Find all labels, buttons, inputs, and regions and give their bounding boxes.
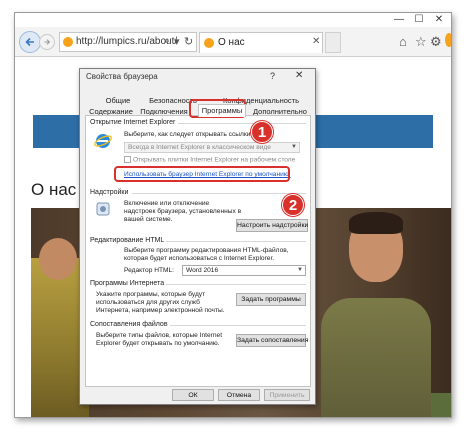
html-editor-select[interactable]: Word 2016 ▼ bbox=[182, 265, 306, 276]
navigation-bar: http://lumpics.ru/about/ ⌕ ▾ ↻ О нас ✕ ⌂… bbox=[15, 27, 451, 57]
tab-title: О нас bbox=[218, 37, 245, 48]
ok-button[interactable]: ОК bbox=[172, 389, 214, 401]
tab-favicon-icon bbox=[204, 38, 214, 48]
addons-gear-icon bbox=[96, 202, 110, 216]
dialog-close-button[interactable]: ✕ bbox=[295, 70, 303, 81]
set-associations-button[interactable]: Задать сопоставления bbox=[236, 334, 308, 347]
settings-gear-icon[interactable]: ⚙ bbox=[430, 34, 442, 50]
tiles-checkbox-label: Открывать плитки Internet Explorer на ра… bbox=[133, 156, 296, 164]
photo-person-right bbox=[321, 298, 431, 417]
group-divider bbox=[170, 325, 306, 326]
forward-arrow-icon bbox=[44, 39, 51, 45]
associations-group-label: Сопоставления файлов bbox=[90, 321, 168, 328]
manage-addons-button[interactable]: Настроить надстройки bbox=[236, 219, 308, 232]
dropdown-icon[interactable]: ▾ bbox=[174, 35, 180, 48]
minimize-button[interactable]: — bbox=[389, 14, 409, 26]
open-ie-select[interactable]: Всегда в Internet Explorer в классическо… bbox=[124, 142, 300, 153]
chevron-down-icon: ▼ bbox=[297, 267, 303, 273]
html-editor-label: Редактор HTML: bbox=[124, 267, 174, 274]
back-arrow-icon bbox=[25, 37, 34, 47]
programs-description: Укажите программы, которые будут использ… bbox=[96, 291, 225, 314]
smiley-feedback-icon[interactable] bbox=[445, 33, 451, 47]
programs-group-label: Программы Интернета bbox=[90, 280, 165, 287]
html-editor-value: Word 2016 bbox=[186, 267, 219, 274]
page-title: О нас bbox=[31, 180, 77, 199]
dialog-help-button[interactable]: ? bbox=[270, 71, 275, 81]
tab-close-icon[interactable]: ✕ bbox=[312, 36, 320, 47]
window-titlebar: — ☐ ✕ bbox=[15, 13, 451, 27]
open-ie-group-label: Открытие Internet Explorer bbox=[90, 119, 176, 126]
set-programs-button[interactable]: Задать программы bbox=[236, 293, 306, 306]
internet-options-dialog: Свойства браузера ? ✕ Общие Безопасность… bbox=[79, 68, 316, 405]
refresh-icon[interactable]: ↻ bbox=[184, 35, 193, 48]
step-marker-2: 2 bbox=[282, 194, 304, 216]
group-divider bbox=[166, 241, 306, 242]
open-ie-description: Выберите, как следует открывать ссылки. bbox=[124, 131, 253, 138]
html-group-label: Редактирование HTML bbox=[90, 237, 165, 244]
photo-person-right-hair bbox=[349, 212, 403, 234]
programs-tab-panel: Открытие Internet Explorer Выберите, как… bbox=[85, 115, 311, 387]
open-ie-select-value: Всегда в Internet Explorer в классическо… bbox=[128, 144, 271, 151]
photo-person-left-head bbox=[39, 238, 77, 280]
new-tab-button[interactable] bbox=[325, 32, 341, 53]
home-icon[interactable]: ⌂ bbox=[399, 34, 407, 49]
html-description: Выберите программу редактирования HTML-ф… bbox=[124, 247, 289, 262]
chevron-down-icon: ▼ bbox=[291, 144, 297, 150]
forward-button[interactable] bbox=[39, 34, 55, 50]
browser-tab[interactable]: О нас ✕ bbox=[199, 32, 323, 53]
tiles-checkbox-row[interactable]: Открывать плитки Internet Explorer на ра… bbox=[124, 156, 304, 164]
tiles-checkbox[interactable] bbox=[124, 156, 131, 163]
cancel-button[interactable]: Отмена bbox=[218, 389, 260, 401]
internet-explorer-icon bbox=[94, 134, 112, 148]
apply-button[interactable]: Применить bbox=[264, 389, 310, 401]
group-divider bbox=[178, 123, 306, 124]
step-marker-1: 1 bbox=[251, 121, 273, 143]
group-divider bbox=[166, 284, 306, 285]
addons-description: Включение или отключение надстроек брауз… bbox=[124, 200, 242, 223]
maximize-button[interactable]: ☐ bbox=[409, 14, 429, 26]
addons-group-label: Надстройки bbox=[90, 189, 129, 196]
associations-description: Выберите типы файлов, которые Internet E… bbox=[96, 332, 223, 347]
close-window-button[interactable]: ✕ bbox=[429, 14, 449, 26]
tab-programs[interactable]: Программы bbox=[198, 104, 246, 117]
site-favicon-icon bbox=[63, 37, 73, 47]
search-icon[interactable]: ⌕ bbox=[164, 35, 170, 48]
back-button[interactable] bbox=[19, 31, 41, 53]
group-divider bbox=[132, 193, 306, 194]
tab-general[interactable]: Общие bbox=[98, 95, 138, 106]
dialog-title: Свойства браузера bbox=[86, 72, 158, 81]
default-link-highlight bbox=[114, 166, 290, 182]
address-bar[interactable]: http://lumpics.ru/about/ ⌕ ▾ ↻ bbox=[59, 32, 197, 52]
address-url: http://lumpics.ru/about/ bbox=[76, 36, 178, 47]
favorites-star-icon[interactable]: ☆ bbox=[415, 34, 427, 50]
